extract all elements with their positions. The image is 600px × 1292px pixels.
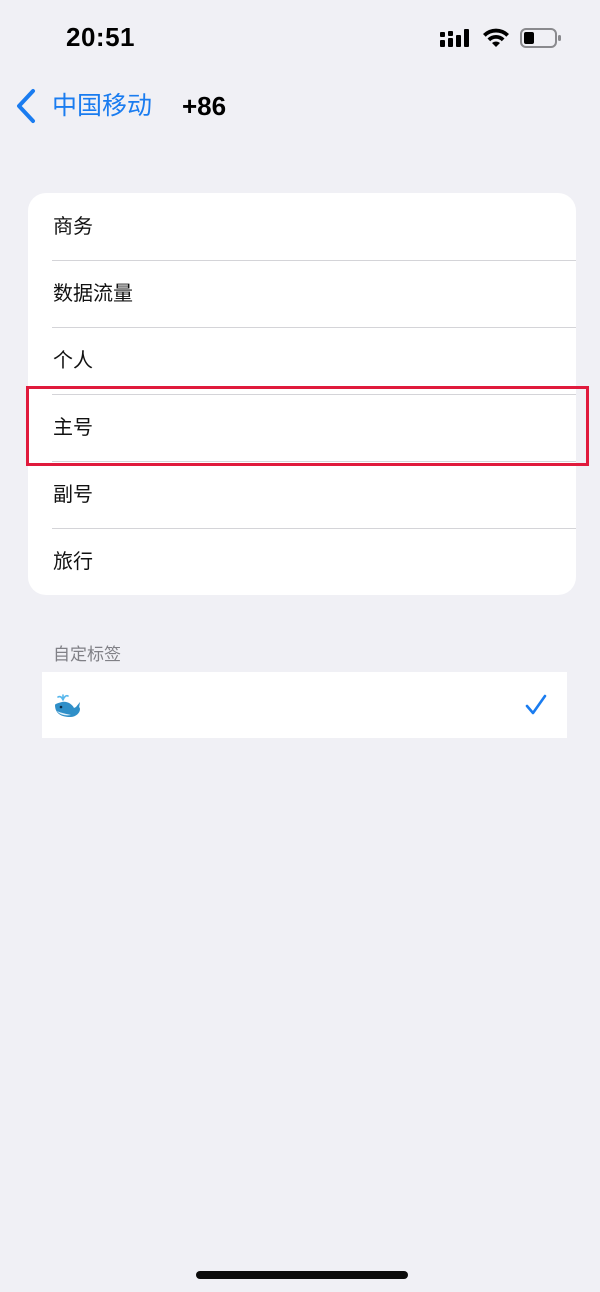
back-label: 中国移动 xyxy=(52,91,153,120)
status-icons xyxy=(440,27,562,49)
option-primary[interactable]: 主号 xyxy=(28,394,576,461)
signal-icon xyxy=(440,29,469,47)
wifi-icon xyxy=(483,28,509,47)
status-bar: 20:51 xyxy=(0,0,600,80)
status-time: 20:51 xyxy=(66,22,135,52)
back-button[interactable]: 中国移动 xyxy=(14,88,152,124)
option-secondary[interactable]: 副号 xyxy=(28,461,576,528)
option-data[interactable]: 数据流量 xyxy=(28,260,576,327)
option-label: 个人 xyxy=(53,348,93,372)
option-business[interactable]: 商务 xyxy=(28,193,576,260)
nav-bar: 中国移动 +86 xyxy=(0,80,600,136)
option-label: 数据流量 xyxy=(53,281,133,305)
option-label: 商务 xyxy=(53,214,93,238)
battery-icon xyxy=(520,28,561,48)
custom-label-row[interactable] xyxy=(42,672,567,738)
checkmark-icon xyxy=(525,694,547,715)
option-label: 副号 xyxy=(53,482,93,506)
home-indicator[interactable] xyxy=(196,1271,408,1279)
whale-icon xyxy=(55,694,80,717)
option-personal[interactable]: 个人 xyxy=(28,327,576,394)
option-travel[interactable]: 旅行 xyxy=(28,528,576,595)
custom-label-header: 自定标签 xyxy=(53,645,121,665)
nav-phone-number: +86 xyxy=(182,91,227,121)
label-options-list: 商务 数据流量 个人 主号 副号 旅行 xyxy=(28,193,576,595)
option-label: 旅行 xyxy=(53,549,93,573)
option-label: 主号 xyxy=(53,415,93,439)
chevron-left-icon xyxy=(17,89,35,123)
